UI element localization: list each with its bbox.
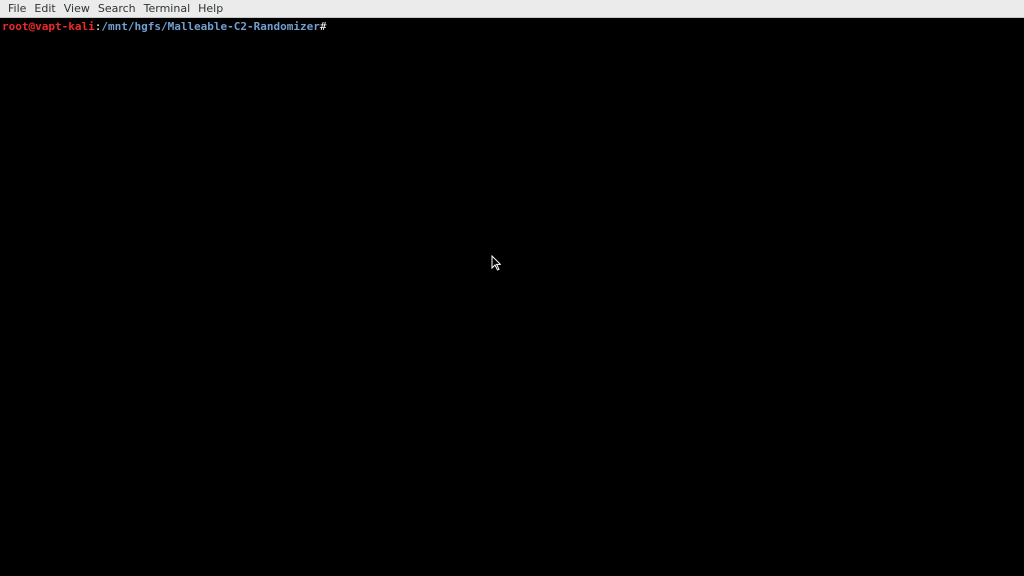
menu-search[interactable]: Search bbox=[94, 0, 140, 18]
menu-help[interactable]: Help bbox=[194, 0, 227, 18]
terminal-window: File Edit View Search Terminal Help root… bbox=[0, 0, 1024, 576]
menu-view[interactable]: View bbox=[60, 0, 94, 18]
menubar: File Edit View Search Terminal Help bbox=[0, 0, 1024, 18]
menu-terminal[interactable]: Terminal bbox=[140, 0, 195, 18]
menu-edit[interactable]: Edit bbox=[30, 0, 59, 18]
prompt-path: /mnt/hgfs/Malleable-C2-Randomizer bbox=[101, 20, 320, 33]
prompt-line: root@vapt-kali:/mnt/hgfs/Malleable-C2-Ra… bbox=[2, 19, 1022, 35]
terminal-area[interactable]: root@vapt-kali:/mnt/hgfs/Malleable-C2-Ra… bbox=[0, 18, 1024, 576]
prompt-symbol: # bbox=[319, 20, 327, 33]
text-cursor bbox=[326, 20, 334, 33]
menu-file[interactable]: File bbox=[4, 0, 30, 18]
arrow-pointer-icon bbox=[491, 255, 501, 271]
prompt-user-host: root@vapt-kali bbox=[2, 20, 95, 33]
